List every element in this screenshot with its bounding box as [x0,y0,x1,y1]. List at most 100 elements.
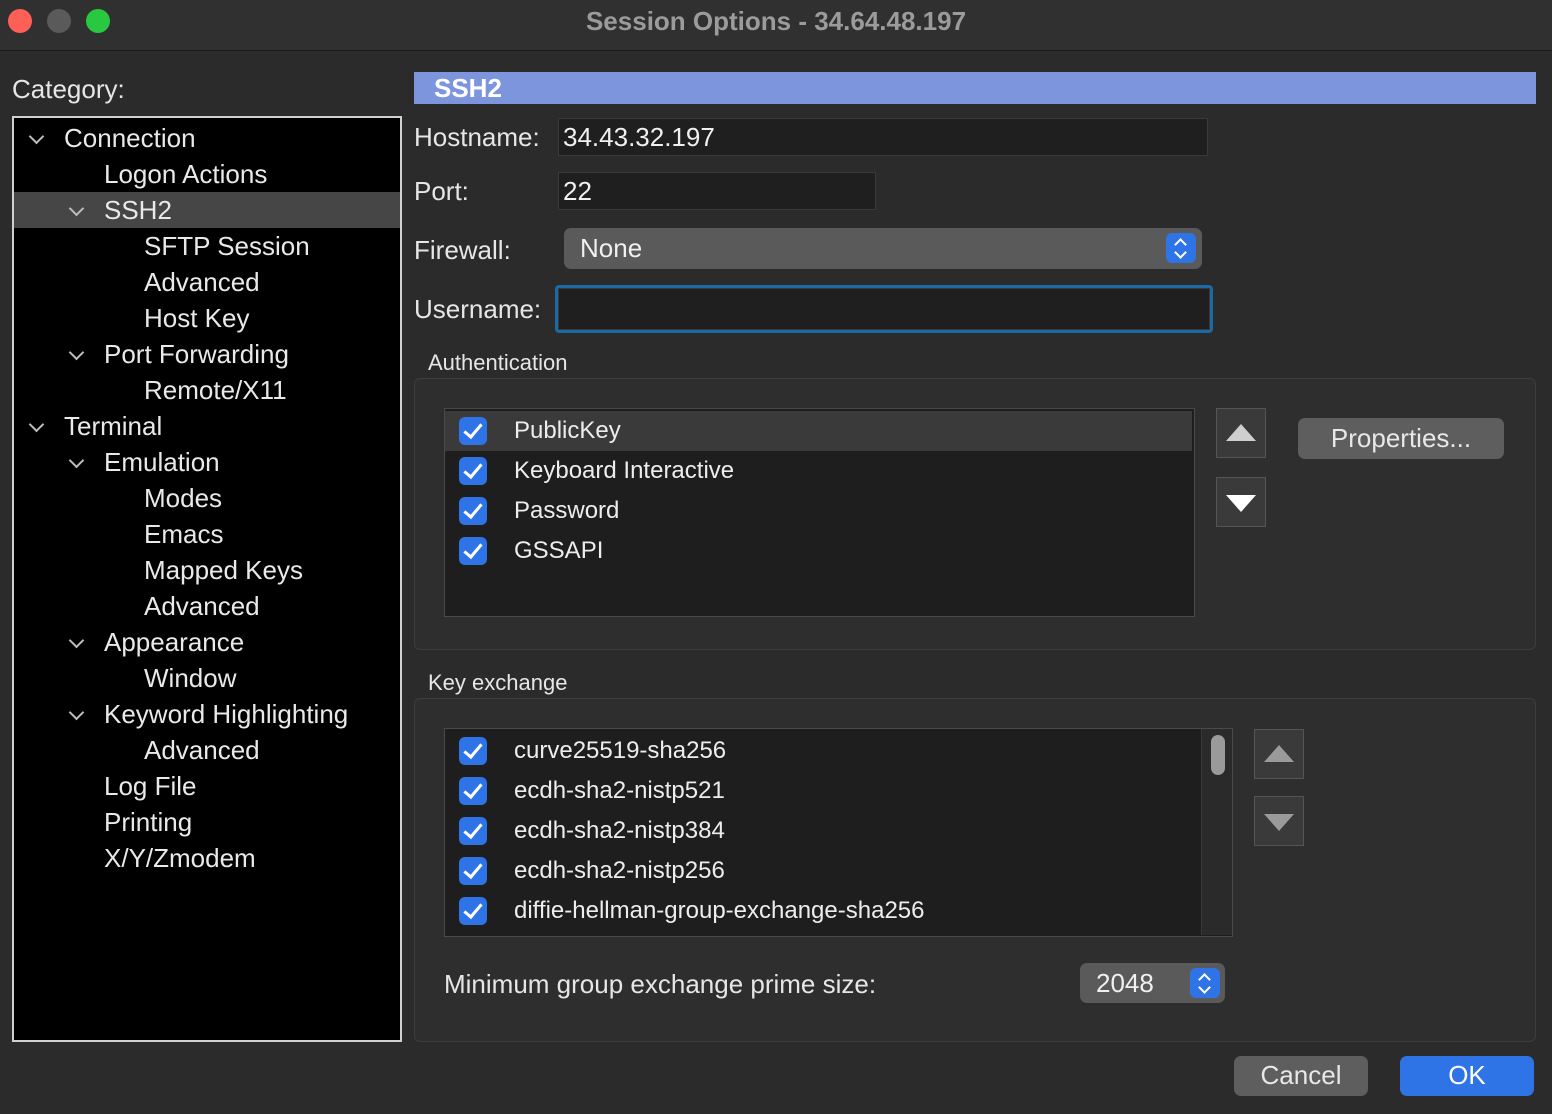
checkbox[interactable] [459,857,487,885]
list-item[interactable]: ecdh-sha2-nistp384 [445,811,1201,851]
list-item[interactable]: diffie-hellman-group-exchange-sha256 [445,891,1201,931]
category-item[interactable]: Log File [14,768,400,804]
prime-size-select[interactable]: 2048 [1080,963,1225,1003]
category-item-label: Appearance [104,627,245,657]
username-label: Username: [414,294,542,324]
category-item[interactable]: Keyword Highlighting [14,696,400,732]
category-item-label: Emulation [104,447,220,477]
list-item-label: PublicKey [514,417,621,444]
category-item[interactable]: Host Key [14,300,400,336]
category-item[interactable]: Advanced [14,264,400,300]
auth-move-down-button[interactable] [1216,477,1266,527]
category-item-label: SSH2 [104,195,172,225]
category-item[interactable]: Logon Actions [14,156,400,192]
kex-move-down-button[interactable] [1254,796,1304,846]
category-item-label: Emacs [144,519,224,549]
category-item[interactable]: Advanced [14,588,400,624]
chevron-down-icon[interactable] [66,336,88,372]
category-item[interactable]: Terminal [14,408,400,444]
list-item-label: Keyboard Interactive [514,457,735,484]
checkbox[interactable] [459,537,487,565]
list-item-label: Password [514,497,620,524]
list-item[interactable]: ecdh-sha2-nistp256 [445,851,1201,891]
category-item-label: Log File [104,771,197,801]
ok-button[interactable]: OK [1400,1056,1534,1096]
category-item[interactable]: Remote/X11 [14,372,400,408]
key-exchange-group: curve25519-sha256 ecdh-sha2-nistp521 ecdh-… [414,698,1536,1042]
category-label: Category: [12,74,125,104]
category-item-label: Mapped Keys [144,555,303,585]
category-item-label: Remote/X11 [144,375,287,405]
hostname-field[interactable]: 34.43.32.197 [558,118,1208,156]
chevron-down-icon[interactable] [66,444,88,480]
category-item[interactable]: Connection [14,120,400,156]
category-item[interactable]: Emacs [14,516,400,552]
authentication-group: PublicKey Keyboard Interactive Password GSS… [414,378,1536,650]
key-exchange-label: Key exchange [428,670,568,695]
chevron-down-icon[interactable] [66,624,88,660]
category-item-label: Modes [144,483,223,513]
category-item[interactable]: Advanced [14,732,400,768]
list-item[interactable]: Keyboard Interactive [445,451,1192,491]
category-item-label: Terminal [64,411,163,441]
prime-size-stepper-icon [1190,968,1220,998]
cancel-button[interactable]: Cancel [1234,1056,1368,1096]
prime-size-value: 2048 [1096,968,1154,998]
list-item[interactable]: curve25519-sha256 [445,731,1201,771]
checkbox[interactable] [459,737,487,765]
chevron-down-icon[interactable] [66,696,88,732]
category-item[interactable]: Emulation [14,444,400,480]
category-item[interactable]: Printing [14,804,400,840]
port-label: Port: [414,176,469,206]
list-item[interactable]: PublicKey [445,411,1192,451]
category-tree[interactable]: Connection Logon Actions SSH2 SFTP Session A… [12,116,402,1042]
kex-scrollbar[interactable] [1201,729,1232,935]
checkbox[interactable] [459,817,487,845]
authentication-list[interactable]: PublicKey Keyboard Interactive Password GSS… [444,408,1195,617]
chevron-down-icon[interactable] [26,408,48,444]
authentication-label: Authentication [428,350,568,375]
category-item-label: Keyword Highlighting [104,699,349,729]
list-item-label: ecdh-sha2-nistp384 [514,817,725,844]
section-title: SSH2 [434,73,502,103]
username-field-wrapper [555,285,1213,333]
chevron-down-icon[interactable] [26,120,48,156]
port-field[interactable]: 22 [558,172,876,210]
username-input[interactable] [558,288,1210,330]
category-item[interactable]: SSH2 [14,192,400,228]
category-item-label: Advanced [144,591,260,621]
firewall-select[interactable]: None [564,228,1202,269]
kex-move-up-button[interactable] [1254,729,1304,779]
properties-button[interactable]: Properties... [1298,418,1504,459]
category-item[interactable]: Mapped Keys [14,552,400,588]
checkbox[interactable] [459,497,487,525]
prime-size-label: Minimum group exchange prime size: [444,969,877,999]
category-item[interactable]: Window [14,660,400,696]
category-item-label: Port Forwarding [104,339,289,369]
window-title: Session Options - 34.64.48.197 [585,6,967,36]
key-exchange-list[interactable]: curve25519-sha256 ecdh-sha2-nistp521 ecdh-… [444,728,1233,937]
category-item-label: X/Y/Zmodem [104,843,256,873]
checkbox[interactable] [459,417,487,445]
list-item[interactable]: Password [445,491,1192,531]
category-item[interactable]: Appearance [14,624,400,660]
list-item[interactable]: ecdh-sha2-nistp521 [445,771,1201,811]
checkbox[interactable] [459,457,487,485]
auth-move-up-button[interactable] [1216,408,1266,458]
category-item[interactable]: X/Y/Zmodem [14,840,400,876]
list-item[interactable]: GSSAPI [445,531,1192,571]
hostname-label: Hostname: [414,122,540,152]
category-item-label: SFTP Session [144,231,310,261]
checkbox[interactable] [459,777,487,805]
category-item[interactable]: Modes [14,480,400,516]
firewall-stepper-icon [1166,233,1196,263]
category-item[interactable]: SFTP Session [14,228,400,264]
chevron-down-icon[interactable] [66,192,88,228]
list-item-label: GSSAPI [514,537,604,564]
checkbox[interactable] [459,897,487,925]
firewall-label: Firewall: [414,235,511,265]
list-item-label: curve25519-sha256 [514,737,727,764]
kex-scroll-thumb[interactable] [1211,735,1225,775]
category-item[interactable]: Port Forwarding [14,336,400,372]
section-header: SSH2 [414,72,1536,104]
